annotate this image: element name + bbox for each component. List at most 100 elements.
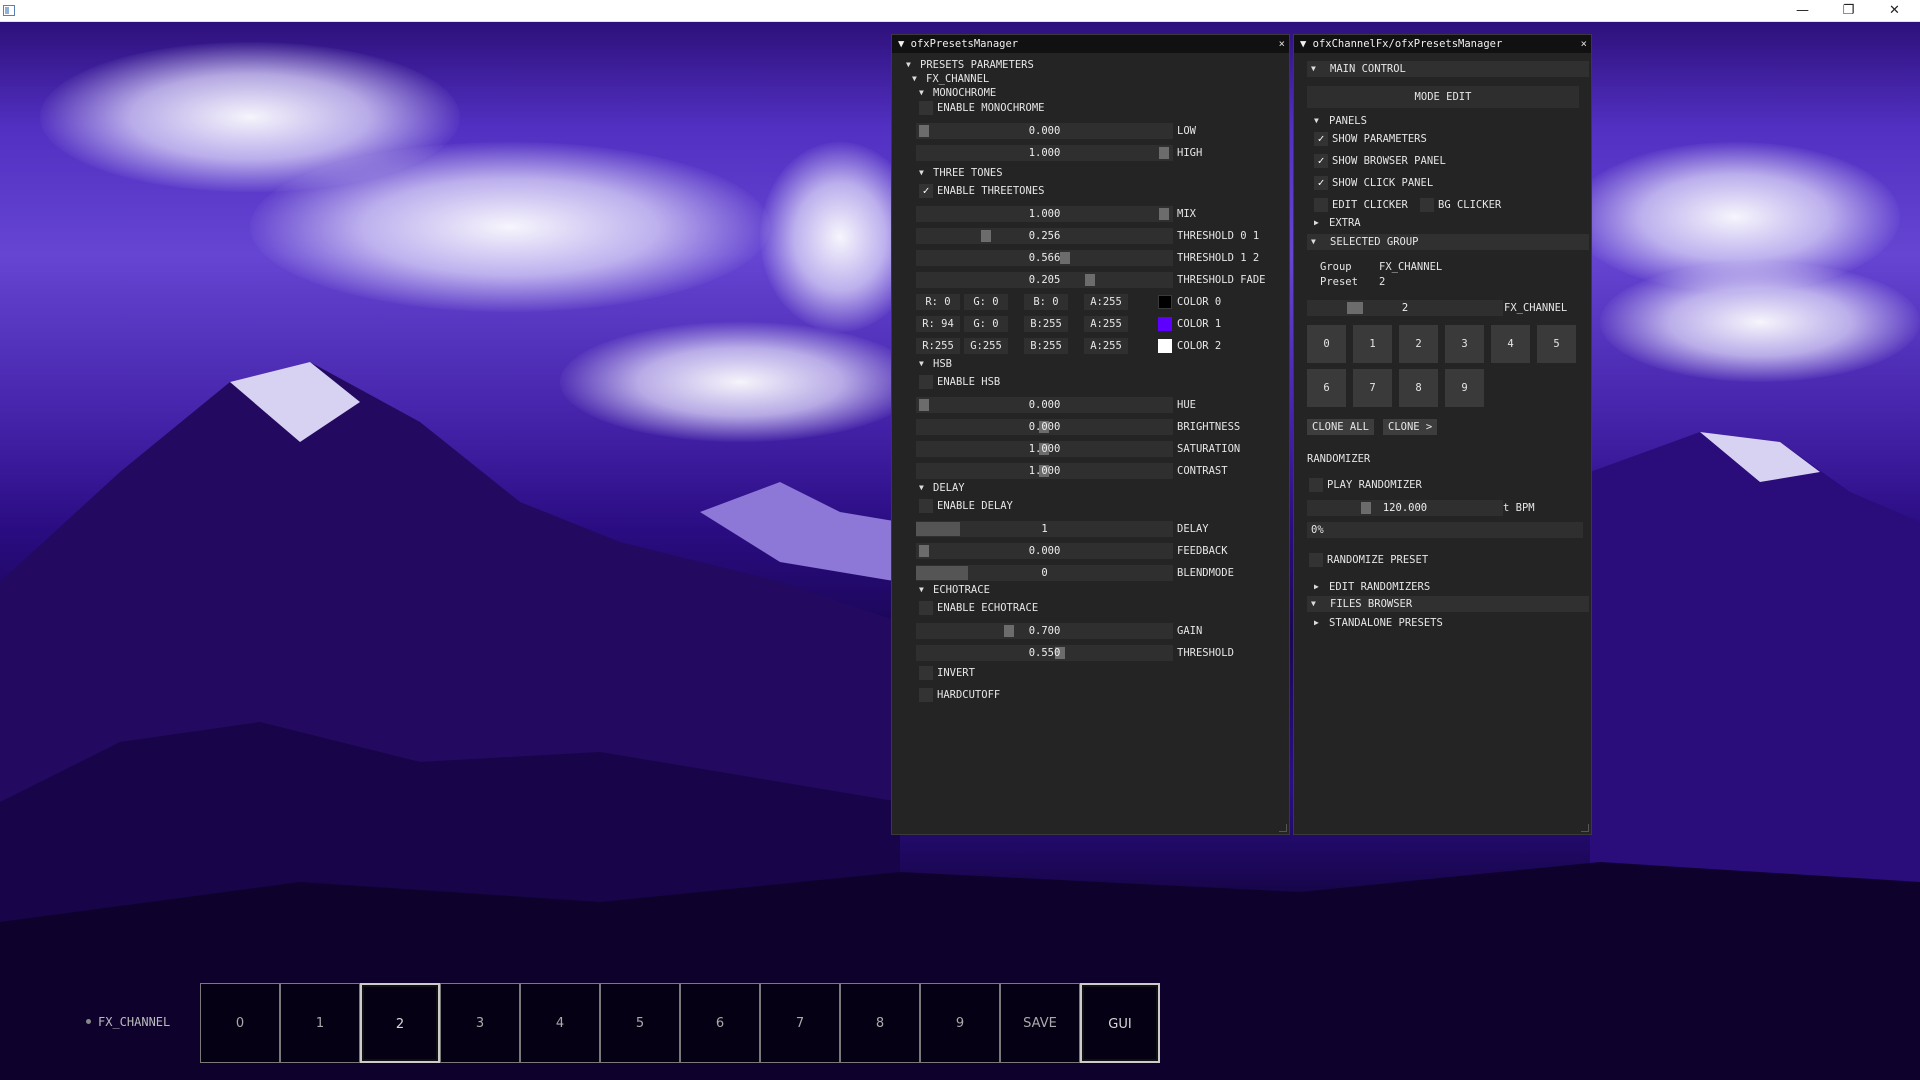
bottom-preset-button-5[interactable]: 5 [600, 983, 680, 1063]
color2-swatch[interactable] [1158, 339, 1172, 353]
monochrome-header[interactable]: MONOCHROME [933, 86, 996, 100]
edit-randomizers-header[interactable]: EDIT RANDOMIZERS [1329, 580, 1430, 594]
preset-button-9[interactable]: 9 [1445, 369, 1484, 407]
caret-down-icon[interactable]: ▼ [912, 72, 917, 86]
bottom-preset-button-0[interactable]: 0 [200, 983, 280, 1063]
extra-header[interactable]: EXTRA [1329, 216, 1361, 230]
color1-b-field[interactable]: B:255 [1024, 316, 1068, 332]
color2-r-field[interactable]: R:255 [916, 338, 960, 354]
echo-threshold-slider[interactable]: 0.550 [916, 645, 1173, 661]
randomize-preset-checkbox[interactable] [1309, 553, 1323, 567]
preset-button-2[interactable]: 2 [1399, 325, 1438, 363]
caret-down-icon[interactable]: ▼ [919, 357, 924, 371]
hue-slider[interactable]: 0.000 [916, 397, 1173, 413]
bottom-preset-button-9[interactable]: 9 [920, 983, 1000, 1063]
blendmode-slider[interactable]: 0 [916, 565, 1173, 581]
bottom-preset-button-2[interactable]: 2 [360, 983, 440, 1063]
preset-button-3[interactable]: 3 [1445, 325, 1484, 363]
main-control-header[interactable]: ▼ MAIN CONTROL [1307, 61, 1589, 77]
panels-header[interactable]: PANELS [1329, 114, 1367, 128]
close-icon[interactable]: × [1279, 35, 1285, 53]
play-randomizer-checkbox[interactable] [1309, 478, 1323, 492]
bottom-preset-button-1[interactable]: 1 [280, 983, 360, 1063]
contrast-slider[interactable]: 1.000 [916, 463, 1173, 479]
color0-g-field[interactable]: G: 0 [964, 294, 1008, 310]
threshold-01-slider[interactable]: 0.256 [916, 228, 1173, 244]
gain-slider[interactable]: 0.700 [916, 623, 1173, 639]
enable-threetones-checkbox[interactable]: ✓ [919, 184, 933, 198]
color2-a-field[interactable]: A:255 [1084, 338, 1128, 354]
fx-channel-header[interactable]: FX_CHANNEL [926, 72, 989, 86]
delay-slider[interactable]: 1 [916, 521, 1173, 537]
three-tones-header[interactable]: THREE TONES [933, 166, 1003, 180]
preset-button-0[interactable]: 0 [1307, 325, 1346, 363]
hsb-header[interactable]: HSB [933, 357, 952, 371]
show-parameters-checkbox[interactable]: ✓ [1314, 132, 1328, 146]
color1-a-field[interactable]: A:255 [1084, 316, 1128, 332]
color2-b-field[interactable]: B:255 [1024, 338, 1068, 354]
caret-down-icon[interactable]: ▼ [919, 86, 924, 100]
hardcutoff-checkbox[interactable] [919, 688, 933, 702]
close-icon[interactable]: × [1581, 35, 1587, 53]
bg-clicker-checkbox[interactable] [1420, 198, 1434, 212]
color0-r-field[interactable]: R: 0 [916, 294, 960, 310]
caret-down-icon[interactable]: ▼ [906, 58, 911, 72]
caret-right-icon[interactable]: ▶ [1314, 580, 1319, 594]
minimize-button[interactable]: — [1780, 0, 1825, 22]
bottom-preset-button-8[interactable]: 8 [840, 983, 920, 1063]
preset-slider[interactable]: 2 [1307, 300, 1503, 316]
caret-down-icon[interactable]: ▼ [919, 481, 924, 495]
caret-down-icon[interactable]: ▼ [919, 166, 924, 180]
edit-clicker-checkbox[interactable] [1314, 198, 1328, 212]
show-click-panel-checkbox[interactable]: ✓ [1314, 176, 1328, 190]
clone-all-button[interactable]: CLONE ALL [1307, 419, 1374, 435]
threshold-fade-slider[interactable]: 0.205 [916, 272, 1173, 288]
gui-button[interactable]: GUI [1080, 983, 1160, 1063]
bottom-preset-button-7[interactable]: 7 [760, 983, 840, 1063]
low-slider[interactable]: 0.000 [916, 123, 1173, 139]
enable-hsb-checkbox[interactable] [919, 375, 933, 389]
color1-swatch[interactable] [1158, 317, 1172, 331]
show-browser-panel-checkbox[interactable]: ✓ [1314, 154, 1328, 168]
color1-r-field[interactable]: R: 94 [916, 316, 960, 332]
color2-g-field[interactable]: G:255 [964, 338, 1008, 354]
feedback-slider[interactable]: 0.000 [916, 543, 1173, 559]
resize-grip[interactable] [1581, 824, 1589, 832]
color0-b-field[interactable]: B: 0 [1024, 294, 1068, 310]
preset-button-8[interactable]: 8 [1399, 369, 1438, 407]
caret-down-icon[interactable]: ▼ [1314, 114, 1319, 128]
caret-down-icon[interactable]: ▼ [919, 583, 924, 597]
delay-header[interactable]: DELAY [933, 481, 965, 495]
preset-button-5[interactable]: 5 [1537, 325, 1576, 363]
panel-titlebar[interactable]: ▼ ofxChannelFx/ofxPresetsManager × [1294, 35, 1591, 53]
enable-delay-checkbox[interactable] [919, 499, 933, 513]
color0-a-field[interactable]: A:255 [1084, 294, 1128, 310]
close-window-button[interactable]: ✕ [1872, 0, 1917, 22]
panel-titlebar[interactable]: ▼ ofxPresetsManager × [892, 35, 1289, 53]
enable-monochrome-checkbox[interactable] [919, 101, 933, 115]
resize-grip[interactable] [1279, 824, 1287, 832]
bottom-preset-button-3[interactable]: 3 [440, 983, 520, 1063]
color1-g-field[interactable]: G: 0 [964, 316, 1008, 332]
save-button[interactable]: SAVE [1000, 983, 1080, 1063]
mode-edit-button[interactable]: MODE EDIT [1307, 86, 1579, 108]
presets-parameters-header[interactable]: PRESETS PARAMETERS [920, 58, 1034, 72]
brightness-slider[interactable]: 0.000 [916, 419, 1173, 435]
caret-right-icon[interactable]: ▶ [1314, 616, 1319, 630]
restore-button[interactable]: ❐ [1826, 0, 1871, 22]
preset-button-1[interactable]: 1 [1353, 325, 1392, 363]
color0-swatch[interactable] [1158, 295, 1172, 309]
files-browser-header[interactable]: ▼ FILES BROWSER [1307, 596, 1589, 612]
preset-button-4[interactable]: 4 [1491, 325, 1530, 363]
bpm-slider[interactable]: 120.000 [1307, 500, 1503, 516]
mix-slider[interactable]: 1.000 [916, 206, 1173, 222]
threshold-12-slider[interactable]: 0.566 [916, 250, 1173, 266]
standalone-presets-header[interactable]: STANDALONE PRESETS [1329, 616, 1443, 630]
high-slider[interactable]: 1.000 [916, 145, 1173, 161]
preset-button-7[interactable]: 7 [1353, 369, 1392, 407]
caret-right-icon[interactable]: ▶ [1314, 216, 1319, 230]
preset-button-6[interactable]: 6 [1307, 369, 1346, 407]
enable-echotrace-checkbox[interactable] [919, 601, 933, 615]
selected-group-header[interactable]: ▼ SELECTED GROUP [1307, 234, 1589, 250]
echotrace-header[interactable]: ECHOTRACE [933, 583, 990, 597]
